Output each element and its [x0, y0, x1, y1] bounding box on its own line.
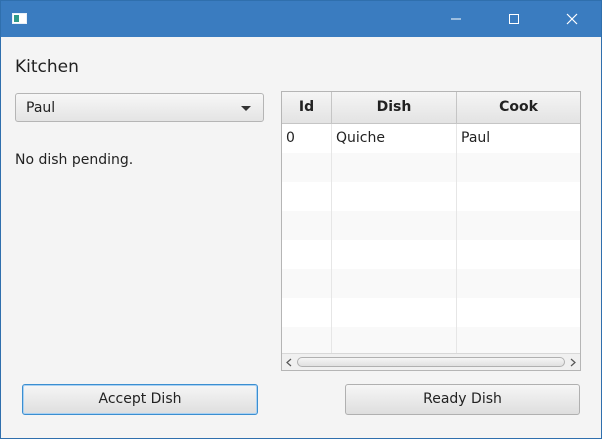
cell-dish: Quiche	[332, 124, 457, 153]
cell-dish	[332, 153, 457, 182]
table-row[interactable]: 0 Quiche Paul	[282, 124, 580, 153]
cell-id	[282, 298, 332, 327]
table-row[interactable]	[282, 240, 580, 269]
close-button[interactable]	[543, 1, 601, 37]
table-row[interactable]	[282, 153, 580, 182]
page-title: Kitchen	[15, 57, 79, 77]
cell-id	[282, 327, 332, 356]
cell-dish	[332, 327, 457, 356]
cell-dish	[332, 269, 457, 298]
maximize-button[interactable]	[485, 1, 543, 37]
column-header-id[interactable]: Id	[282, 92, 332, 123]
cell-id	[282, 269, 332, 298]
scrollbar-thumb[interactable]	[297, 357, 565, 367]
maximize-icon	[509, 14, 519, 24]
app-window: Kitchen Paul No dish pending. Id Dish Co…	[0, 0, 602, 439]
dish-table[interactable]: Id Dish Cook 0 Quiche Paul	[281, 91, 581, 371]
cell-cook: Paul	[461, 130, 491, 146]
cell-cook	[457, 298, 580, 327]
minimize-icon	[451, 18, 461, 20]
table-row[interactable]	[282, 327, 580, 356]
ready-dish-button[interactable]: Ready Dish	[345, 384, 580, 415]
table-header: Id Dish Cook	[282, 92, 580, 124]
cell-id	[282, 240, 332, 269]
minimize-button[interactable]	[427, 1, 485, 37]
main-content: Kitchen Paul No dish pending. Id Dish Co…	[1, 37, 601, 438]
cell-cook	[457, 153, 580, 182]
table-row[interactable]	[282, 182, 580, 211]
column-header-dish[interactable]: Dish	[332, 92, 457, 123]
cell-id	[282, 153, 332, 182]
cell-dish	[332, 240, 457, 269]
table-row[interactable]	[282, 298, 580, 327]
table-row[interactable]	[282, 211, 580, 240]
cell-cook	[457, 327, 580, 356]
title-bar[interactable]	[1, 1, 601, 37]
scroll-left-button[interactable]	[282, 354, 296, 370]
cell-id	[282, 211, 332, 240]
cell-cook	[457, 269, 580, 298]
arrow-right-icon	[570, 358, 576, 366]
horizontal-scrollbar[interactable]	[282, 353, 580, 370]
close-icon	[566, 13, 578, 25]
cell-cook	[457, 240, 580, 269]
cell-id	[282, 182, 332, 211]
cell-cook	[457, 211, 580, 240]
app-icon	[12, 13, 27, 24]
cell-cook	[457, 182, 580, 211]
accept-dish-button[interactable]: Accept Dish	[22, 384, 258, 415]
arrow-left-icon	[286, 358, 292, 366]
cell-dish	[332, 211, 457, 240]
chevron-down-icon	[241, 106, 251, 111]
cell-id: 0	[282, 124, 332, 153]
table-row[interactable]	[282, 269, 580, 298]
cell-dish	[332, 298, 457, 327]
scroll-right-button[interactable]	[566, 354, 580, 370]
cell-dish	[332, 182, 457, 211]
pending-status: No dish pending.	[15, 152, 134, 168]
cook-select-value: Paul	[26, 100, 56, 116]
table-body: 0 Quiche Paul	[282, 124, 580, 356]
cook-select[interactable]: Paul	[15, 93, 264, 122]
column-header-cook[interactable]: Cook	[457, 92, 580, 123]
